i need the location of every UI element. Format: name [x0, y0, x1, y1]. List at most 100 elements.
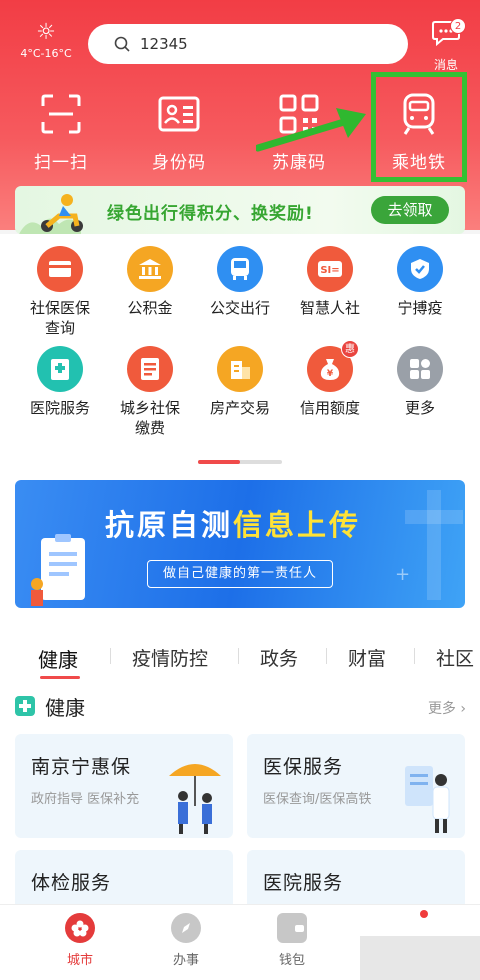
quick-id-code[interactable]: 身份码	[124, 86, 234, 173]
more-link[interactable]: 更多 ›	[428, 698, 466, 718]
scan-icon	[41, 94, 81, 134]
money-bag-icon: ¥ 惠	[307, 340, 359, 392]
document-icon	[127, 346, 173, 392]
search-bar[interactable]	[88, 24, 408, 64]
sun-icon: ☼	[36, 20, 56, 45]
tab-divider	[326, 648, 327, 664]
service-grid: 社保医保 查询 公积金 公交出行 SI= 智慧人社 宁搏疫 医院服务 城乡社保 …	[0, 234, 480, 474]
quick-scan[interactable]: 扫一扫	[6, 86, 116, 173]
nav-services[interactable]: 办事	[156, 913, 216, 968]
highlight-box	[371, 72, 467, 182]
card-checkup[interactable]: 体检服务	[15, 850, 233, 904]
doctor-illustration	[405, 766, 450, 833]
tab-divider	[110, 648, 111, 664]
service-housing-fund[interactable]: 公积金	[104, 246, 196, 318]
page-indicator	[198, 460, 282, 464]
category-tabs: 健康 疫情防控 政务 财富 社区	[0, 624, 480, 684]
umbrella-illustration	[169, 764, 221, 834]
tab-divider	[414, 648, 415, 664]
banner-title-yellow: 信息上传	[233, 508, 362, 542]
tab-label: 健康	[38, 648, 78, 672]
card-medical-insurance[interactable]: 医保服务 医保查询/医保高铁	[247, 734, 465, 838]
tab-underline	[40, 676, 80, 679]
test-banner-section: + 抗原自测信息上传 做自己健康的第一责任人	[0, 474, 480, 624]
weather-widget[interactable]: ☼ 4°C-16°C	[16, 20, 76, 61]
card-title: 南京宁惠保	[31, 756, 132, 778]
messages-button[interactable]: 2 消息	[424, 18, 468, 73]
service-smart-hr[interactable]: SI= 智慧人社	[284, 246, 376, 318]
message-badge: 2	[450, 18, 466, 34]
bank-icon	[127, 246, 173, 292]
nav-label: 办事	[172, 953, 199, 968]
search-icon	[114, 36, 130, 52]
nav-city[interactable]: 城市	[50, 913, 110, 968]
service-credit[interactable]: ¥ 惠 信用额度	[284, 340, 376, 418]
antigen-test-banner[interactable]: + 抗原自测信息上传 做自己健康的第一责任人	[15, 480, 465, 608]
service-label: 公积金	[127, 299, 173, 317]
temperature: 4°C-16°C	[20, 47, 72, 60]
shield-icon	[397, 246, 443, 292]
banner-title-white: 抗原自测	[105, 508, 234, 542]
promo-text: 绿色出行得积分、换奖励!	[107, 204, 314, 224]
service-label: 社保医保 查询	[29, 299, 90, 337]
wallet-icon	[277, 913, 307, 943]
svg-text:SI=: SI=	[320, 265, 339, 276]
plus-icon	[15, 696, 35, 716]
compass-icon	[171, 913, 201, 943]
notification-dot	[420, 910, 428, 918]
green-travel-banner[interactable]: 绿色出行得积分、换奖励! 去领取	[15, 186, 465, 234]
service-label: 公交出行	[209, 299, 270, 317]
grid-more-icon	[397, 346, 443, 392]
service-social-payment[interactable]: 城乡社保 缴费	[104, 346, 196, 438]
page-indicator-active	[198, 460, 240, 464]
section-title: 健康	[45, 695, 85, 720]
service-social-insurance[interactable]: 社保医保 查询	[14, 246, 106, 338]
card-hospital[interactable]: 医院服务	[247, 850, 465, 904]
service-label: 城乡社保 缴费	[119, 399, 180, 437]
card-icon	[37, 246, 83, 292]
promo-claim-button[interactable]: 去领取	[371, 196, 449, 224]
cross-decoration: +	[395, 490, 463, 600]
section-header: 健康	[15, 694, 85, 720]
service-epidemic[interactable]: 宁搏疫	[374, 246, 466, 318]
chevron-right-icon: ›	[460, 701, 466, 717]
bus-icon	[217, 246, 263, 292]
quick-id-code-label: 身份码	[152, 153, 206, 173]
tab-epidemic[interactable]: 疫情防控	[132, 644, 208, 671]
service-label: 智慧人社	[299, 299, 360, 317]
id-card-icon	[158, 96, 200, 132]
messages-label: 消息	[433, 58, 458, 72]
card-subtitle: 医保查询/医保高铁	[263, 792, 372, 807]
tab-wealth[interactable]: 财富	[348, 644, 386, 671]
card-ninghuibao[interactable]: 南京宁惠保 政府指导 医保补充	[15, 734, 233, 838]
service-label: 信用额度	[299, 399, 360, 417]
service-more[interactable]: 更多	[374, 346, 466, 418]
tab-government[interactable]: 政务	[260, 644, 298, 671]
more-label: 更多	[427, 701, 456, 717]
clipboard-illustration	[31, 534, 85, 606]
search-input[interactable]	[140, 35, 380, 53]
corner-overlay	[360, 936, 480, 980]
card-title: 医保服务	[263, 756, 344, 778]
svg-text:+: +	[395, 564, 410, 585]
nav-label: 城市	[66, 953, 93, 968]
card-title: 医院服务	[263, 872, 344, 894]
banner-title: 抗原自测信息上传	[105, 502, 361, 544]
service-hospital[interactable]: 医院服务	[14, 346, 106, 418]
service-property[interactable]: 房产交易	[194, 346, 286, 418]
tab-health[interactable]: 健康	[38, 644, 80, 679]
tab-community[interactable]: 社区	[436, 644, 474, 671]
card-title: 体检服务	[31, 872, 112, 894]
service-bus[interactable]: 公交出行	[194, 246, 286, 318]
tab-divider	[238, 648, 239, 664]
scooter-illustration	[19, 194, 83, 234]
service-label: 房产交易	[209, 399, 270, 417]
building-icon	[217, 346, 263, 392]
service-label: 医院服务	[29, 399, 90, 417]
nav-wallet[interactable]: 钱包	[262, 913, 322, 968]
service-label: 更多	[404, 399, 435, 417]
quick-scan-label: 扫一扫	[34, 153, 88, 173]
discount-tag: 惠	[341, 340, 359, 358]
nav-label: 钱包	[278, 953, 305, 968]
si-icon: SI=	[307, 246, 353, 292]
